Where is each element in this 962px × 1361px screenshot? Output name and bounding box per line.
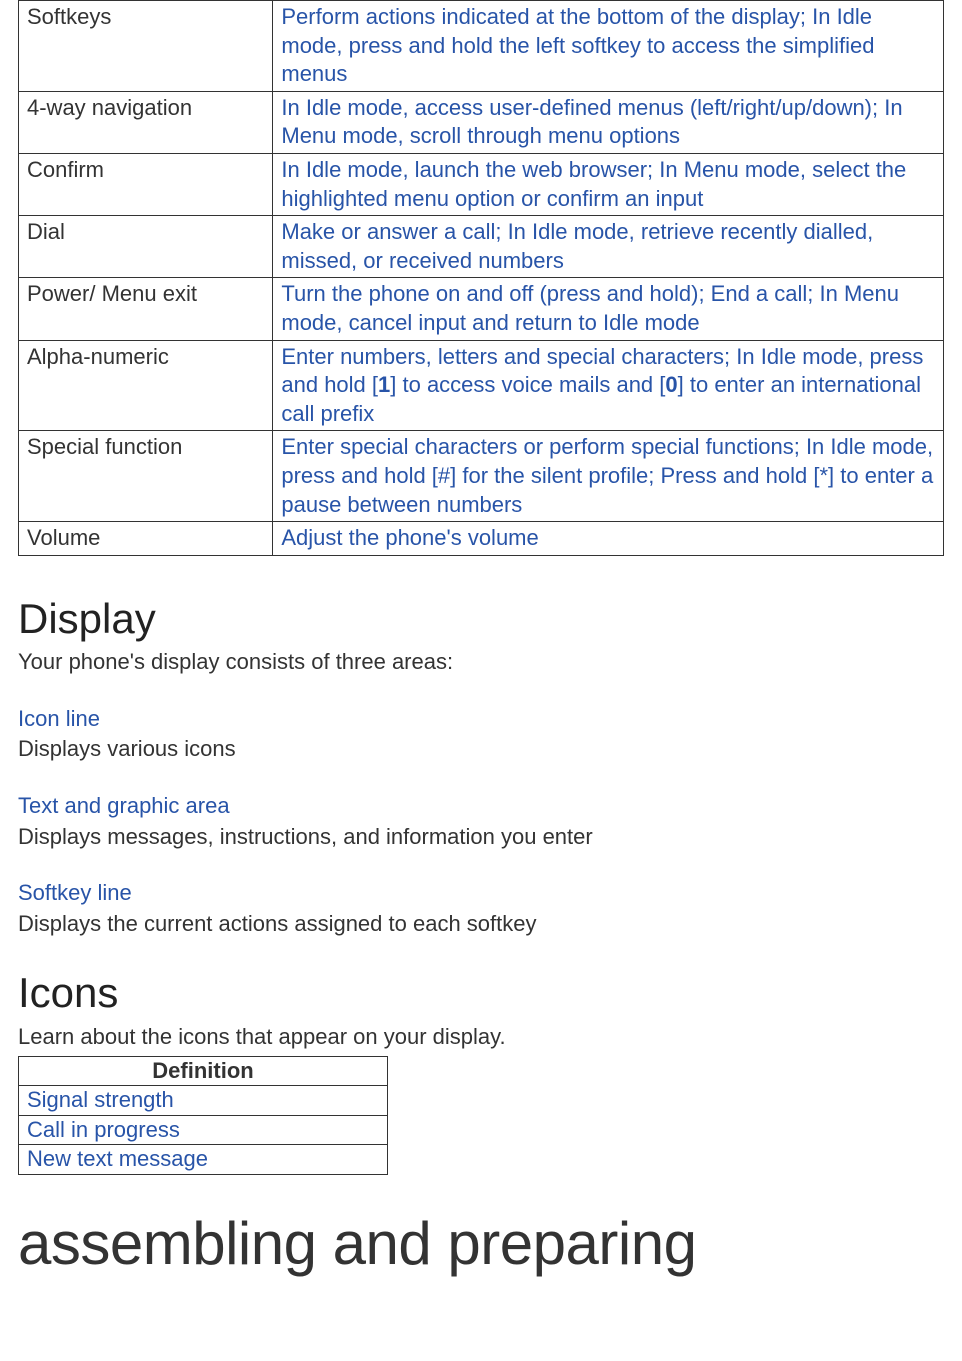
table-row: Dial Make or answer a call; In Idle mode… <box>19 216 944 278</box>
icons-table: Definition Signal strength Call in progr… <box>18 1056 388 1175</box>
key-desc-cell: In Idle mode, launch the web browser; In… <box>273 153 944 215</box>
key-name-cell: Alpha-numeric <box>19 340 273 431</box>
key-desc-cell: Turn the phone on and off (press and hol… <box>273 278 944 340</box>
key-name-cell: Dial <box>19 216 273 278</box>
key-desc-cell: Enter numbers, letters and special chara… <box>273 340 944 431</box>
icon-line-heading: Icon line <box>18 705 944 734</box>
icons-intro: Learn about the icons that appear on you… <box>18 1023 944 1052</box>
text-graphic-desc: Displays messages, instructions, and inf… <box>18 823 944 852</box>
key-desc-cell: Adjust the phone's volume <box>273 522 944 556</box>
table-row: Power/ Menu exit Turn the phone on and o… <box>19 278 944 340</box>
key-desc-cell: Enter special characters or perform spec… <box>273 431 944 522</box>
icon-definition-cell: New text message <box>19 1145 388 1175</box>
icon-line-desc: Displays various icons <box>18 735 944 764</box>
key-desc-cell: Make or answer a call; In Idle mode, ret… <box>273 216 944 278</box>
text-graphic-heading: Text and graphic area <box>18 792 944 821</box>
key-name-cell: Softkeys <box>19 1 273 92</box>
icons-table-header: Definition <box>19 1056 388 1086</box>
display-intro: Your phone's display consists of three a… <box>18 648 944 677</box>
key-name-cell: 4-way navigation <box>19 91 273 153</box>
table-row: New text message <box>19 1145 388 1175</box>
key-desc-cell: Perform actions indicated at the bottom … <box>273 1 944 92</box>
table-row: Confirm In Idle mode, launch the web bro… <box>19 153 944 215</box>
table-row: Softkeys Perform actions indicated at th… <box>19 1 944 92</box>
table-row: Special function Enter special character… <box>19 431 944 522</box>
key-desc-cell: In Idle mode, access user-defined menus … <box>273 91 944 153</box>
table-row: 4-way navigation In Idle mode, access us… <box>19 91 944 153</box>
emphasized-digit: 1 <box>378 372 390 397</box>
icon-definition-cell: Signal strength <box>19 1086 388 1116</box>
table-row: Volume Adjust the phone's volume <box>19 522 944 556</box>
table-row: Call in progress <box>19 1115 388 1145</box>
assembling-heading: assembling and preparing <box>18 1205 944 1283</box>
key-name-cell: Special function <box>19 431 273 522</box>
desc-text: ] to access voice mails and [ <box>390 372 665 397</box>
keys-table: Softkeys Perform actions indicated at th… <box>18 0 944 556</box>
emphasized-digit: 0 <box>665 372 677 397</box>
key-name-cell: Power/ Menu exit <box>19 278 273 340</box>
key-name-cell: Confirm <box>19 153 273 215</box>
key-name-cell: Volume <box>19 522 273 556</box>
icon-definition-cell: Call in progress <box>19 1115 388 1145</box>
softkey-line-heading: Softkey line <box>18 879 944 908</box>
icons-heading: Icons <box>18 966 944 1021</box>
display-heading: Display <box>18 592 944 647</box>
table-row: Alpha-numeric Enter numbers, letters and… <box>19 340 944 431</box>
table-row: Signal strength <box>19 1086 388 1116</box>
softkey-line-desc: Displays the current actions assigned to… <box>18 910 944 939</box>
